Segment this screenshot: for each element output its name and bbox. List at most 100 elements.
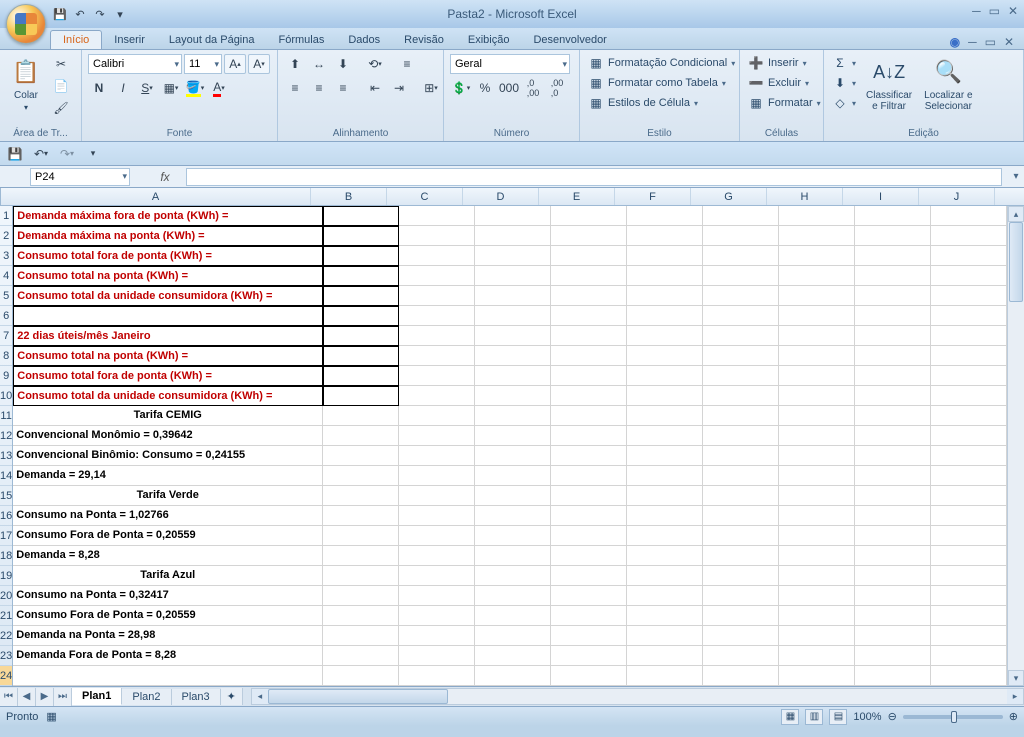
cell-A14[interactable]: Demanda = 29,14: [13, 466, 323, 486]
cell-J23[interactable]: [931, 646, 1007, 666]
cell-H14[interactable]: [779, 466, 855, 486]
cell-H24[interactable]: [779, 666, 855, 686]
tab-desenvolvedor[interactable]: Desenvolvedor: [521, 31, 618, 49]
cell-G16[interactable]: [703, 506, 779, 526]
cell-D1[interactable]: [475, 206, 551, 226]
tab-formulas[interactable]: Fórmulas: [267, 31, 337, 49]
cell-D23[interactable]: [475, 646, 551, 666]
cell-A13[interactable]: Convencional Binômio: Consumo = 0,24155: [13, 446, 323, 466]
cell-B6[interactable]: [323, 306, 399, 326]
format-painter-button[interactable]: 🖌: [50, 98, 72, 118]
cell-J19[interactable]: [931, 566, 1007, 586]
cell-I16[interactable]: [855, 506, 931, 526]
cell-E3[interactable]: [551, 246, 627, 266]
cell-J12[interactable]: [931, 426, 1007, 446]
sheet-last-button[interactable]: ⏭: [54, 688, 72, 706]
qat-dropdown-icon[interactable]: ▾: [112, 6, 128, 22]
number-format-combo[interactable]: Geral: [450, 54, 570, 74]
cell-C9[interactable]: [399, 366, 475, 386]
cell-G5[interactable]: [703, 286, 779, 306]
cell-C13[interactable]: [399, 446, 475, 466]
cell-E16[interactable]: [551, 506, 627, 526]
qat2-redo-button[interactable]: ↷▾: [56, 144, 78, 164]
cell-H15[interactable]: [779, 486, 855, 506]
cell-B3[interactable]: [323, 246, 399, 266]
cell-E7[interactable]: [551, 326, 627, 346]
cell-F24[interactable]: [627, 666, 703, 686]
cut-button[interactable]: ✂: [50, 54, 72, 74]
cell-G24[interactable]: [703, 666, 779, 686]
tab-layout[interactable]: Layout da Página: [157, 31, 267, 49]
col-header-C[interactable]: C: [387, 188, 463, 205]
cell-styles-button[interactable]: ▦Estilos de Célula▾: [586, 94, 700, 112]
cell-D6[interactable]: [475, 306, 551, 326]
paste-button[interactable]: 📋 Colar ▾: [6, 54, 46, 114]
cell-I18[interactable]: [855, 546, 931, 566]
zoom-thumb[interactable]: [951, 711, 957, 723]
cell-A23[interactable]: Demanda Fora de Ponta = 8,28: [13, 646, 323, 666]
cell-C14[interactable]: [399, 466, 475, 486]
cell-G10[interactable]: [703, 386, 779, 406]
cell-F17[interactable]: [627, 526, 703, 546]
cell-D16[interactable]: [475, 506, 551, 526]
cell-G17[interactable]: [703, 526, 779, 546]
col-header-A[interactable]: A: [1, 188, 311, 205]
cell-D12[interactable]: [475, 426, 551, 446]
cell-B10[interactable]: [323, 386, 399, 406]
cell-G19[interactable]: [703, 566, 779, 586]
formula-input[interactable]: [186, 168, 1002, 186]
cell-J17[interactable]: [931, 526, 1007, 546]
row-header-2[interactable]: 2: [0, 226, 12, 246]
cell-C15[interactable]: [399, 486, 475, 506]
cell-F21[interactable]: [627, 606, 703, 626]
cell-D22[interactable]: [475, 626, 551, 646]
cell-C23[interactable]: [399, 646, 475, 666]
cell-I4[interactable]: [855, 266, 931, 286]
cell-D19[interactable]: [475, 566, 551, 586]
row-header-16[interactable]: 16: [0, 506, 12, 526]
cell-A7[interactable]: 22 dias úteis/mês Janeiro: [13, 326, 323, 346]
cell-I19[interactable]: [855, 566, 931, 586]
row-header-19[interactable]: 19: [0, 566, 12, 586]
cell-E6[interactable]: [551, 306, 627, 326]
cell-B20[interactable]: [323, 586, 399, 606]
cell-D17[interactable]: [475, 526, 551, 546]
conditional-formatting-button[interactable]: ▦Formatação Condicional▾: [586, 54, 737, 72]
maximize-button[interactable]: ▭: [989, 4, 1000, 18]
cell-A11[interactable]: Tarifa CEMIG: [13, 406, 323, 426]
cell-J14[interactable]: [931, 466, 1007, 486]
cell-F1[interactable]: [627, 206, 703, 226]
cell-G12[interactable]: [703, 426, 779, 446]
cell-D10[interactable]: [475, 386, 551, 406]
scroll-up-button[interactable]: ▴: [1008, 206, 1024, 222]
cell-F12[interactable]: [627, 426, 703, 446]
cell-A4[interactable]: Consumo total na ponta (KWh) =: [13, 266, 323, 286]
cell-F9[interactable]: [627, 366, 703, 386]
cell-I3[interactable]: [855, 246, 931, 266]
cell-C6[interactable]: [399, 306, 475, 326]
cell-J15[interactable]: [931, 486, 1007, 506]
cell-J10[interactable]: [931, 386, 1007, 406]
increase-indent-button[interactable]: ⇥: [388, 78, 410, 98]
cell-D8[interactable]: [475, 346, 551, 366]
cell-F4[interactable]: [627, 266, 703, 286]
cell-E22[interactable]: [551, 626, 627, 646]
qat2-customize-button[interactable]: ▾: [82, 144, 104, 164]
accounting-format-button[interactable]: 💲▾: [450, 78, 472, 98]
qat2-undo-button[interactable]: ↶▾: [30, 144, 52, 164]
align-center-button[interactable]: ≡: [308, 78, 330, 98]
cell-I8[interactable]: [855, 346, 931, 366]
cell-J1[interactable]: [931, 206, 1007, 226]
cell-H19[interactable]: [779, 566, 855, 586]
cell-J5[interactable]: [931, 286, 1007, 306]
cell-B18[interactable]: [323, 546, 399, 566]
cell-I24[interactable]: [855, 666, 931, 686]
cell-A20[interactable]: Consumo na Ponta = 0,32417: [13, 586, 323, 606]
cell-C5[interactable]: [399, 286, 475, 306]
cell-I2[interactable]: [855, 226, 931, 246]
cell-E21[interactable]: [551, 606, 627, 626]
cell-D13[interactable]: [475, 446, 551, 466]
tab-revisao[interactable]: Revisão: [392, 31, 456, 49]
cell-I9[interactable]: [855, 366, 931, 386]
cell-F20[interactable]: [627, 586, 703, 606]
